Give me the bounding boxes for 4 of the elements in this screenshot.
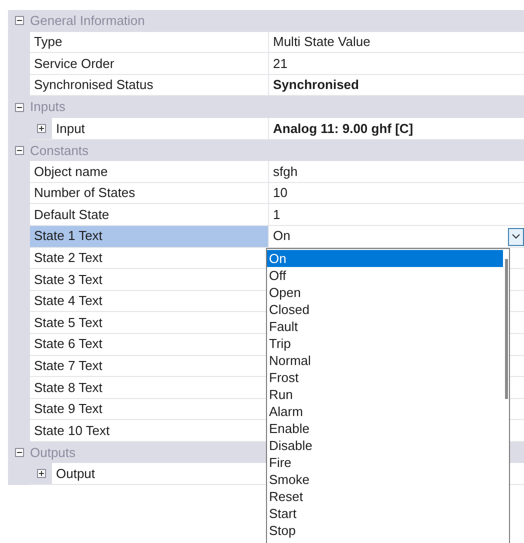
- category-title: General Information: [30, 12, 145, 30]
- category-title: Constants: [30, 142, 89, 160]
- category-title: Outputs: [30, 444, 76, 462]
- category-title: Inputs: [30, 98, 66, 116]
